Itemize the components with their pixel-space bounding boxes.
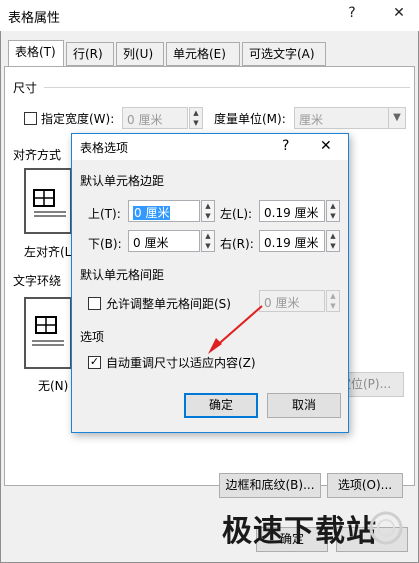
dialog-ok-button[interactable]: 确定	[184, 393, 258, 418]
options-button[interactable]: 选项(O)...	[327, 473, 403, 498]
top-margin-spinner[interactable]: ▲ ▼	[201, 200, 215, 222]
dialog-cancel-button[interactable]: 取消	[267, 393, 341, 418]
dialog-title: 表格选项	[80, 141, 129, 155]
top-margin-value: 0 厘米	[133, 206, 171, 220]
measure-unit-label: 度量单位(M):	[214, 112, 286, 126]
left-margin-spinner[interactable]: ▲ ▼	[326, 200, 340, 222]
tab-alt-text[interactable]: 可选文字(A)	[242, 42, 326, 66]
borders-shading-label: 边框和底纹(B)...	[225, 478, 315, 492]
left-margin-label: 左(L):	[220, 207, 253, 221]
size-divider	[44, 87, 410, 88]
alignment-section-title: 对齐方式	[13, 148, 62, 162]
table-left-icon	[33, 189, 66, 217]
borders-shading-button[interactable]: 边框和底纹(B)...	[219, 473, 321, 498]
align-left-option[interactable]	[24, 168, 72, 234]
measure-unit-select[interactable]: 厘米	[294, 107, 390, 129]
wrap-none-option[interactable]	[24, 297, 72, 369]
dialog-title-bar: 表格选项 ? ✕	[72, 134, 348, 160]
dialog-help-icon[interactable]: ?	[282, 138, 289, 154]
bottom-margin-spinner[interactable]: ▲ ▼	[201, 230, 215, 252]
dialog-ok-label: 确定	[208, 398, 233, 412]
window-title: 表格属性	[8, 11, 61, 26]
dialog-cancel-label: 取消	[291, 398, 316, 412]
bottom-margin-label: 下(B):	[88, 237, 122, 251]
preferred-width-checkbox[interactable]	[24, 112, 37, 125]
size-section-title: 尺寸	[13, 81, 38, 95]
left-margin-input[interactable]: 0.19 厘米	[259, 200, 325, 222]
spacing-section-title: 默认单元格间距	[80, 268, 165, 282]
table-options-dialog: 表格选项 ? ✕ 默认单元格边距 上(T): 0 厘米 ▲ ▼ 左(L): 0.1…	[71, 133, 349, 433]
watermark: 极速下载站	[222, 514, 377, 549]
dialog-close-icon[interactable]: ✕	[320, 138, 332, 154]
options-button-label: 选项(O)...	[337, 478, 393, 492]
table-wrap-none-icon	[32, 316, 64, 346]
title-bar: 表格属性 ? ✕	[0, 0, 419, 31]
preferred-width-label: 指定宽度(W):	[41, 112, 115, 126]
tab-table[interactable]: 表格(T)	[8, 40, 64, 67]
preferred-width-spinner[interactable]: ▲ ▼	[189, 107, 203, 129]
align-left-label: 左对齐(L)	[24, 245, 77, 259]
spacing-spinner[interactable]: ▲ ▼	[326, 290, 340, 312]
right-margin-spinner[interactable]: ▲ ▼	[326, 230, 340, 252]
tab-row[interactable]: 行(R)	[66, 42, 114, 66]
right-margin-input[interactable]: 0.19 厘米	[259, 230, 325, 252]
preferred-width-input[interactable]: 0 厘米	[122, 107, 188, 129]
tab-column[interactable]: 列(U)	[116, 42, 164, 66]
wrap-none-label: 无(N)	[38, 379, 69, 393]
margins-section-title: 默认单元格边距	[80, 174, 165, 188]
tab-cell[interactable]: 单元格(E)	[166, 42, 240, 66]
annotation-arrow-icon	[208, 305, 263, 354]
top-margin-label: 上(T):	[88, 207, 121, 221]
close-icon[interactable]: ✕	[390, 5, 408, 21]
top-margin-input[interactable]: 0 厘米	[128, 200, 200, 222]
allow-spacing-checkbox[interactable]	[88, 297, 101, 310]
chevron-down-icon[interactable]: ▼	[388, 107, 406, 129]
autoresize-checkbox[interactable]: ✓	[88, 356, 101, 369]
watermark-logo-icon	[369, 511, 403, 545]
help-icon[interactable]: ?	[343, 5, 361, 21]
right-margin-label: 右(R):	[220, 237, 254, 251]
options-section-title: 选项	[80, 330, 105, 344]
bottom-margin-input[interactable]: 0 厘米	[128, 230, 200, 252]
wrapping-section-title: 文字环绕	[13, 274, 62, 288]
